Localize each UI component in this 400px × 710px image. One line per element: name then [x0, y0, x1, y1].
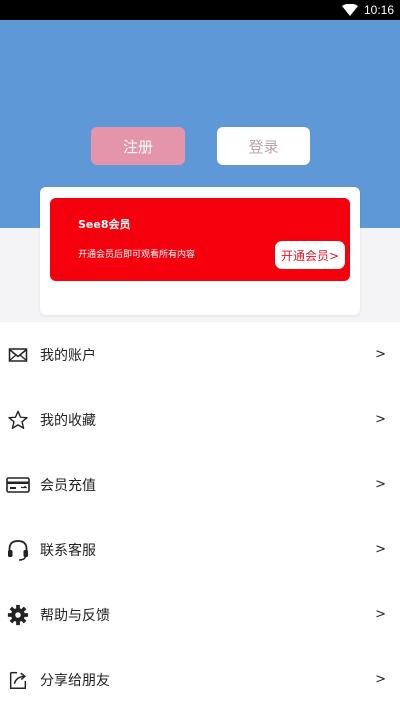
status-bar: 10:16	[0, 0, 400, 20]
menu-item-my-account[interactable]: 我的账户 >	[0, 322, 400, 387]
headset-icon	[6, 538, 30, 562]
star-icon	[6, 408, 30, 432]
menu-item-label: 我的账户	[40, 347, 96, 364]
menu-item-label: 帮助与反馈	[40, 607, 110, 624]
menu-item-contact-service[interactable]: 联系客服 >	[0, 517, 400, 582]
open-vip-button[interactable]: 开通会员>	[275, 241, 345, 269]
menu-item-share-friends[interactable]: 分享给朋友 >	[0, 647, 400, 710]
register-button[interactable]: 注册	[91, 127, 185, 165]
login-button[interactable]: 登录	[217, 127, 310, 165]
chevron-right-icon: >	[375, 542, 386, 557]
vip-card: See8会员 开通会员后即可观看所有内容 开通会员>	[50, 198, 350, 281]
profile-screen: 10:16 注册 登录 See8会员 开通会员后即可观看所有内容 开通会员> 我…	[0, 0, 400, 710]
menu-item-vip-recharge[interactable]: 会员充值 >	[0, 452, 400, 517]
menu-item-label: 我的收藏	[40, 412, 96, 429]
chevron-right-icon: >	[375, 607, 386, 622]
menu-item-my-favorites[interactable]: 我的收藏 >	[0, 387, 400, 452]
share-icon	[6, 668, 30, 692]
chevron-right-icon: >	[375, 347, 386, 362]
chevron-right-icon: >	[375, 672, 386, 687]
chevron-right-icon: >	[375, 477, 386, 492]
menu-item-help-feedback[interactable]: 帮助与反馈 >	[0, 582, 400, 647]
menu-item-label: 分享给朋友	[40, 672, 110, 689]
vip-card-container: See8会员 开通会员后即可观看所有内容 开通会员>	[40, 187, 360, 315]
gear-icon	[6, 603, 30, 627]
card-icon	[6, 473, 30, 497]
wifi-icon	[341, 4, 358, 16]
vip-description: 开通会员后即可观看所有内容	[78, 250, 196, 260]
vip-title: See8会员	[78, 218, 131, 231]
menu-item-label: 会员充值	[40, 477, 96, 494]
chevron-right-icon: >	[375, 412, 386, 427]
envelope-icon	[6, 343, 30, 367]
menu-item-label: 联系客服	[40, 542, 96, 559]
menu-list: 我的账户 > 我的收藏 > 会员充值 > 联系客服 > 帮助与反馈 > 分享给朋…	[0, 322, 400, 710]
status-time: 10:16	[363, 3, 394, 17]
